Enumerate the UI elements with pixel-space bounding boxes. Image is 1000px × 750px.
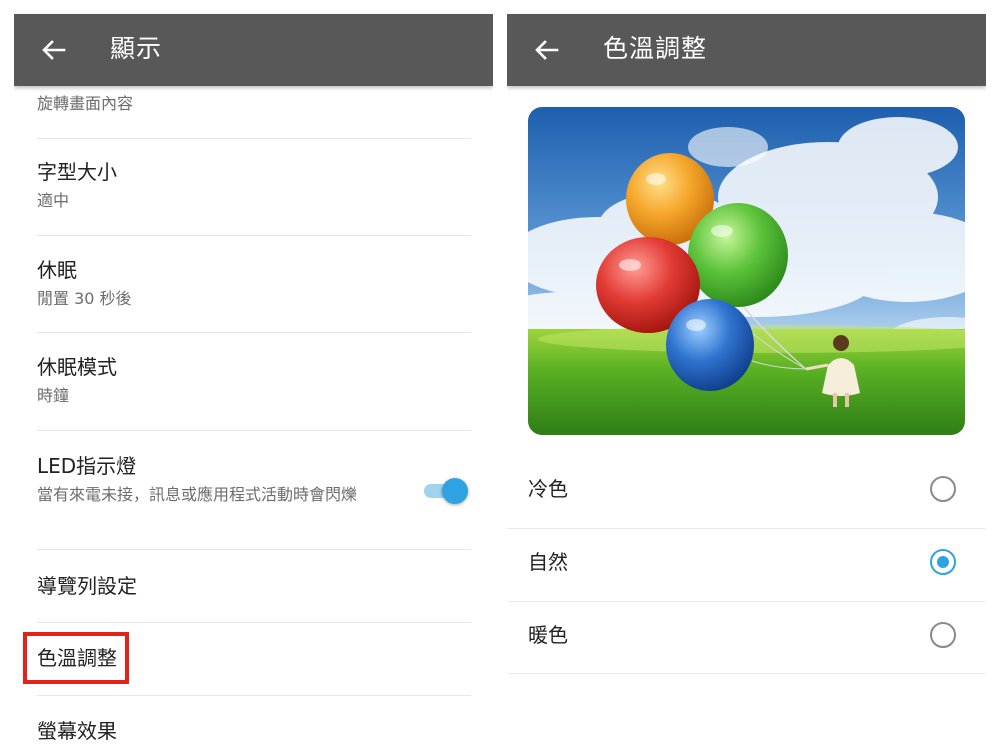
setting-item-sleep[interactable]: 休眠 閒置 30 秒後: [14, 236, 493, 332]
setting-title: 休眠: [37, 258, 77, 282]
setting-item-sleep-mode[interactable]: 休眠模式 時鐘: [14, 333, 493, 429]
led-toggle[interactable]: [422, 476, 470, 506]
setting-summary: 當有來電未接，訊息或應用程式活動時會閃爍: [37, 485, 358, 504]
setting-item-font-size[interactable]: 字型大小 適中: [14, 139, 493, 235]
app-bar: 色溫調整: [507, 14, 986, 86]
setting-title: 導覽列設定: [37, 574, 137, 598]
radio-warm[interactable]: [930, 622, 956, 648]
toggle-thumb: [442, 478, 468, 504]
setting-title: 休眠模式: [37, 355, 117, 379]
radio-cool[interactable]: [930, 476, 956, 502]
setting-title: LED指示燈: [37, 454, 137, 478]
back-button[interactable]: [38, 34, 70, 66]
back-button[interactable]: [531, 34, 563, 66]
setting-summary: 適中: [37, 191, 70, 210]
page-title: 色溫調整: [603, 34, 708, 63]
setting-summary: 時鐘: [37, 386, 70, 405]
setting-item-navigation-bar[interactable]: 導覽列設定: [14, 550, 493, 622]
setting-item-color-temperature[interactable]: 色溫調整: [14, 623, 493, 695]
setting-summary: 閒置 30 秒後: [37, 289, 132, 308]
radio-selected-dot: [937, 556, 949, 568]
option-warm[interactable]: 暖色: [507, 602, 986, 674]
setting-title: 螢幕效果: [37, 719, 117, 743]
arrow-left-icon: [38, 34, 70, 66]
option-label: 自然: [528, 550, 568, 574]
divider: [507, 673, 986, 674]
setting-summary: 旋轉畫面內容: [37, 94, 134, 113]
setting-title: 色溫調整: [37, 646, 117, 670]
setting-title: 字型大小: [37, 160, 117, 184]
option-label: 冷色: [528, 477, 568, 501]
option-cool[interactable]: 冷色: [507, 456, 986, 528]
setting-item-screen-effect[interactable]: 螢幕效果: [14, 696, 493, 750]
arrow-left-icon: [531, 34, 563, 66]
panel-gap: [493, 0, 507, 750]
page-title: 顯示: [110, 34, 163, 63]
option-natural[interactable]: 自然: [507, 529, 986, 601]
balloons-field-image: [528, 107, 965, 435]
setting-item-rotate[interactable]: 旋轉畫面內容: [14, 86, 493, 138]
option-label: 暖色: [528, 623, 568, 647]
color-temperature-screen: 色溫調整 冷色 自然 暖色: [507, 0, 986, 750]
radio-natural[interactable]: [930, 549, 956, 575]
app-bar: 顯示: [14, 14, 493, 86]
display-settings-screen: 顯示 旋轉畫面內容 字型大小 適中 休眠 閒置 30 秒後 休眠模式 時鐘 LE…: [14, 0, 493, 750]
